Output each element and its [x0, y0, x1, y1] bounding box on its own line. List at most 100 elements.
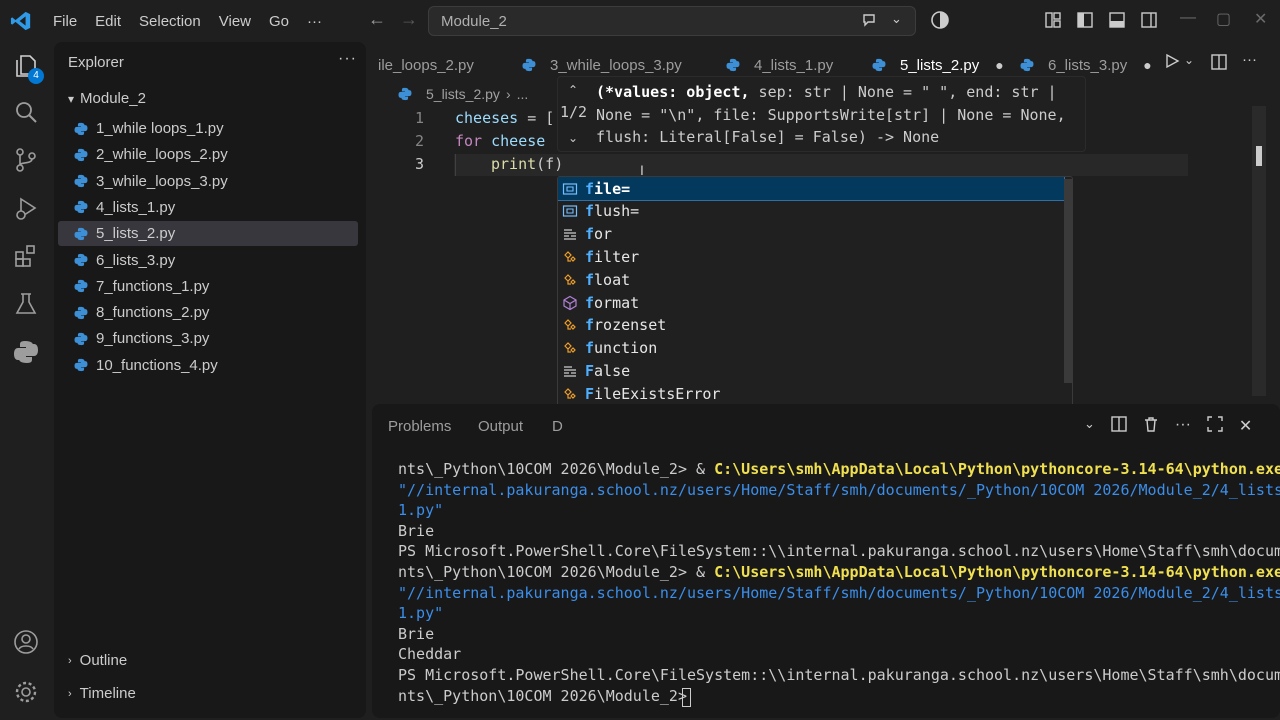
- chevron-down-icon[interactable]: ⌄: [1084, 416, 1095, 437]
- suggestion-item[interactable]: False: [558, 359, 1064, 382]
- arrow-right-icon[interactable]: →: [398, 9, 420, 30]
- python-file-icon: [74, 279, 96, 293]
- sidebar-more-button[interactable]: ···: [338, 50, 357, 68]
- suggestion-item[interactable]: f ormat: [558, 291, 1064, 314]
- menu-file[interactable]: File: [44, 13, 86, 30]
- suggestion-item[interactable]: f or: [558, 223, 1064, 246]
- class-icon: [562, 340, 585, 356]
- tab-output[interactable]: Output: [478, 418, 523, 435]
- unsaved-dot-icon[interactable]: ●: [1143, 57, 1151, 73]
- terminal-text: "//internal.pakuranga.school.nz/users/Ho…: [398, 480, 1280, 499]
- code-line-3[interactable]: print(f): [491, 155, 563, 173]
- suggestion-label: or: [594, 225, 613, 244]
- account-icon[interactable]: [0, 618, 52, 666]
- tab-label: ile_loops_2.py: [378, 56, 474, 74]
- sidebar-file-label: 7_functions_1.py: [96, 277, 210, 295]
- line-number: 2: [414, 132, 424, 150]
- sidebar-file[interactable]: 1_while loops_1.py: [58, 116, 358, 141]
- sidebar-file[interactable]: 2_while_loops_2.py: [58, 142, 358, 167]
- suggestion-item[interactable]: f loat: [558, 268, 1064, 291]
- breadcrumb: 5_lists_2.py › ...: [398, 86, 528, 102]
- terminal-text: 1.py": [398, 604, 444, 623]
- run-python-icon[interactable]: [1164, 53, 1180, 72]
- breadcrumb-rest[interactable]: ...: [517, 86, 529, 102]
- split-terminal-icon[interactable]: [1111, 416, 1127, 437]
- minimize-icon[interactable]: —: [1180, 9, 1196, 27]
- tab-debug-console[interactable]: D: [552, 418, 563, 435]
- outline-section[interactable]: › Outline: [68, 652, 127, 669]
- chevron-up-icon[interactable]: ⌃: [568, 83, 578, 97]
- layout-customize-icon[interactable]: [1044, 11, 1062, 32]
- vscode-logo-icon: [0, 0, 42, 42]
- suggestion-item[interactable]: f lush=: [558, 200, 1064, 223]
- suggestion-item[interactable]: f ilter: [558, 245, 1064, 268]
- testing-icon[interactable]: [0, 280, 52, 328]
- suggestion-item[interactable]: f ile=: [558, 177, 1065, 201]
- python-file-icon: [74, 358, 96, 372]
- trash-icon[interactable]: [1143, 416, 1159, 437]
- suggestion-item[interactable]: FileExistsError: [558, 382, 1064, 405]
- keyword-icon: [562, 363, 585, 379]
- sidebar-file[interactable]: 4_lists_1.py: [58, 195, 358, 220]
- command-center-search[interactable]: Module_2 ⌄: [428, 6, 916, 36]
- accounts-shield-icon[interactable]: [930, 10, 950, 33]
- code-line-1[interactable]: cheeses = [: [455, 109, 554, 127]
- timeline-section[interactable]: › Timeline: [68, 685, 136, 702]
- terminal-text: Brie: [398, 624, 435, 643]
- terminal-cursor: [682, 688, 691, 707]
- outline-label: Outline: [79, 652, 128, 669]
- maximize-panel-icon[interactable]: [1207, 416, 1223, 437]
- menu-view[interactable]: View: [210, 13, 260, 30]
- chevron-down-icon[interactable]: ⌄: [891, 11, 902, 27]
- menu-more[interactable]: ···: [298, 13, 331, 30]
- title-bar: File Edit Selection View Go ··· ← → Modu…: [0, 0, 1280, 42]
- close-window-icon[interactable]: ✕: [1254, 9, 1267, 29]
- python-icon[interactable]: [0, 328, 52, 376]
- tab-file[interactable]: ile_loops_2.py: [378, 50, 474, 80]
- breadcrumb-file[interactable]: 5_lists_2.py: [426, 86, 500, 102]
- maximize-icon[interactable]: ▢: [1216, 9, 1231, 29]
- toggle-primary-sidebar-icon[interactable]: [1076, 11, 1094, 32]
- sidebar-file[interactable]: 3_while_loops_3.py: [58, 169, 358, 194]
- sidebar-file[interactable]: 8_functions_2.py: [58, 300, 358, 325]
- tab-problems[interactable]: Problems: [388, 418, 451, 435]
- suggestion-match: F: [585, 361, 595, 380]
- editor-more-icon[interactable]: ···: [1242, 51, 1257, 68]
- sidebar-file-label: 8_functions_2.py: [96, 304, 210, 322]
- menu-go[interactable]: Go: [260, 13, 298, 30]
- copilot-icon[interactable]: [861, 11, 879, 33]
- folder-module-2[interactable]: ▾ Module_2: [68, 90, 146, 107]
- run-debug-icon[interactable]: [0, 184, 52, 232]
- toggle-secondary-sidebar-icon[interactable]: [1140, 11, 1158, 32]
- suggest-scrollbar[interactable]: [1064, 179, 1072, 383]
- minimap-slider[interactable]: [1256, 146, 1262, 166]
- current-line-highlight: [454, 154, 1188, 176]
- arrow-left-icon[interactable]: ←: [366, 9, 388, 30]
- sidebar-file[interactable]: 5_lists_2.py: [58, 221, 358, 247]
- suggestion-item[interactable]: f unction: [558, 337, 1064, 360]
- menu-selection[interactable]: Selection: [130, 13, 210, 30]
- sidebar-file[interactable]: 7_functions_1.py: [58, 274, 358, 299]
- suggestion-label: ileExistsError: [594, 384, 721, 403]
- split-editor-icon[interactable]: [1210, 53, 1228, 74]
- suggestion-item[interactable]: f rozenset: [558, 314, 1064, 337]
- terminal-text: PS Microsoft.PowerShell.Core\FileSystem:…: [398, 666, 1280, 684]
- sidebar-file[interactable]: 6_lists_3.py: [58, 248, 358, 273]
- line-number: 3: [414, 155, 424, 173]
- close-panel-icon[interactable]: ✕: [1239, 416, 1252, 437]
- unsaved-dot-icon[interactable]: ●: [995, 57, 1003, 73]
- signature-help-popup: ⌃ 1/2 ⌄ (*values: object, sep: str | Non…: [557, 76, 1086, 152]
- search-icon[interactable]: [0, 88, 52, 136]
- code-line-2[interactable]: for cheese: [455, 132, 545, 150]
- sidebar-file[interactable]: 9_functions_3.py: [58, 326, 358, 351]
- menu-edit[interactable]: Edit: [86, 13, 130, 30]
- panel-more-icon[interactable]: ···: [1175, 416, 1191, 437]
- toggle-panel-icon[interactable]: [1108, 11, 1126, 32]
- sidebar-file[interactable]: 10_functions_4.py: [58, 353, 358, 378]
- chevron-down-icon[interactable]: ⌄: [1184, 53, 1194, 67]
- extensions-icon[interactable]: [0, 232, 52, 280]
- chevron-down-icon[interactable]: ⌄: [568, 131, 578, 145]
- settings-gear-icon[interactable]: [0, 668, 52, 716]
- files-icon[interactable]: 4: [0, 42, 52, 90]
- source-control-icon[interactable]: [0, 136, 52, 184]
